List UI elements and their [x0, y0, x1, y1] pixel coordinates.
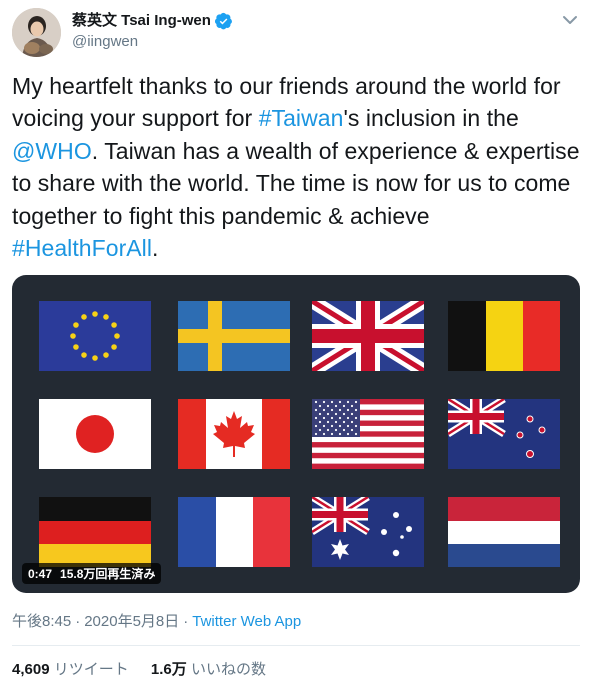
flag-canada [178, 399, 290, 469]
verified-badge-icon [214, 12, 232, 30]
video-info-badge: 0:47 15.8万回再生済み [22, 563, 162, 584]
retweets-label: リツイート [53, 661, 129, 678]
video-view-count: 15.8万回再生済み [60, 567, 156, 581]
tweet-time[interactable]: 午後8:45 [12, 613, 71, 630]
likes-count: 1.6万 [150, 661, 187, 678]
tweet-text-segment: . Taiwan has a wealth of experience & ex… [12, 137, 580, 229]
video-duration: 0:47 [28, 566, 53, 581]
tweet-link[interactable]: @WHO [12, 138, 92, 164]
tweet-link[interactable]: #HealthForAll [12, 235, 152, 261]
flag-usa [312, 399, 424, 469]
meta-separator: · [75, 613, 81, 630]
flag-netherlands [448, 497, 560, 567]
divider [12, 645, 580, 646]
video-player[interactable] [12, 275, 580, 593]
tweet-text-segment: . [152, 235, 159, 262]
tweet-text: My heartfelt thanks to our friends aroun… [12, 70, 582, 264]
likes-stat[interactable]: 1.6万 いいねの数 [151, 661, 266, 678]
chevron-down-icon[interactable] [560, 10, 580, 30]
author-display-name[interactable]: 蔡英文 Tsai Ing-wen [72, 11, 211, 31]
avatar-photo [12, 8, 61, 57]
tweet-source-link[interactable]: Twitter Web App [192, 613, 301, 630]
tweet-date[interactable]: 2020年5月8日 [84, 613, 179, 630]
tweet-meta: 午後8:45 · 2020年5月8日 · Twitter Web App [12, 610, 301, 631]
tweet-header: 蔡英文 Tsai Ing-wen @iingwen [12, 8, 580, 58]
flag-new-zealand [448, 399, 560, 469]
flag-japan [39, 399, 151, 469]
flag-sweden [178, 301, 290, 371]
retweets-count: 4,609 [12, 661, 50, 678]
tweet-stats: 4,609 リツイート 1.6万 いいねの数 [12, 658, 266, 679]
author-handle[interactable]: @iingwen [72, 32, 233, 52]
author-name-row[interactable]: 蔡英文 Tsai Ing-wen [72, 11, 233, 31]
flag-belgium [448, 301, 560, 371]
flag-uk [312, 301, 424, 371]
flag-eu [39, 301, 151, 371]
avatar[interactable] [12, 8, 61, 57]
tweet-text-segment: 's inclusion in the [343, 105, 519, 132]
flag-germany [39, 497, 151, 567]
flag-france [178, 497, 290, 567]
flag-australia [312, 497, 424, 567]
meta-separator-2: · [183, 613, 189, 630]
tweet-link[interactable]: #Taiwan [259, 105, 344, 131]
retweets-stat[interactable]: 4,609 リツイート [12, 661, 133, 678]
likes-label: いいねの数 [190, 661, 266, 678]
